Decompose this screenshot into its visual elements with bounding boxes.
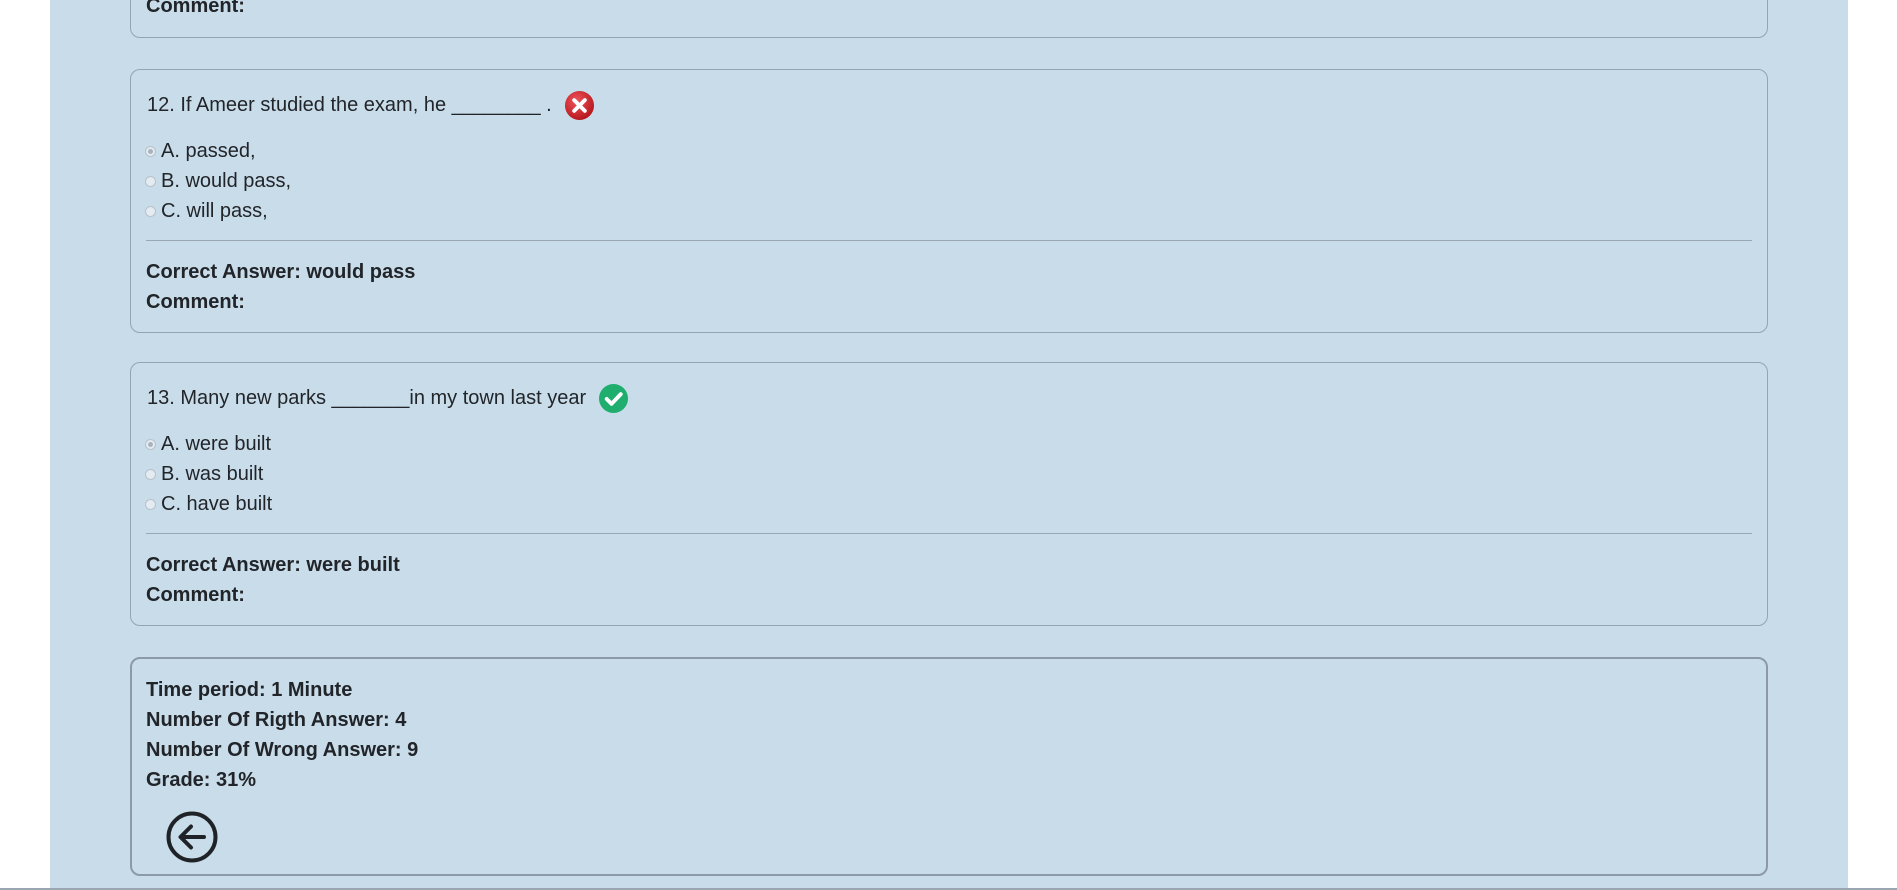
answer-block: Correct Answer: would pass Comment: — [146, 257, 415, 317]
option-label: B. was built — [161, 462, 264, 485]
question-card-12: 12. If Ameer studied the exam, he ______… — [130, 69, 1768, 333]
correct-answer: Correct Answer: were built — [146, 554, 400, 576]
summary-stats: Time period: 1 Minute Number Of Rigth An… — [146, 675, 418, 795]
option-label: B. would pass, — [161, 169, 292, 192]
radio-button[interactable] — [145, 468, 156, 480]
question-label: 12. If Ameer studied the exam, he ______… — [147, 94, 552, 116]
grade: Grade: 31% — [146, 769, 257, 791]
answer-block: Correct Answer: were built Comment: — [146, 550, 400, 610]
radio-button[interactable] — [145, 498, 156, 510]
option-b[interactable]: B. would pass, — [145, 166, 291, 196]
option-c[interactable]: C. have built — [145, 489, 272, 519]
question-card-13: 13. Many new parks _______in my town las… — [130, 362, 1768, 626]
option-label: C. will pass, — [161, 199, 268, 222]
radio-button[interactable] — [145, 205, 156, 217]
comment-label: Comment: — [146, 291, 245, 313]
comment-label: Comment: — [146, 0, 245, 17]
question-text: 12. If Ameer studied the exam, he ______… — [147, 90, 595, 121]
radio-button[interactable] — [145, 438, 156, 450]
question-label: 13. Many new parks _______in my town las… — [147, 387, 587, 409]
divider — [146, 533, 1752, 534]
results-summary-card: Time period: 1 Minute Number Of Rigth An… — [130, 657, 1768, 876]
x-circle-icon — [564, 90, 594, 121]
option-label: C. have built — [161, 492, 273, 515]
radio-button[interactable] — [145, 145, 156, 157]
options-list: A. were built B. was built C. have built — [145, 429, 272, 519]
options-list: A. passed, B. would pass, C. will pass, — [145, 136, 291, 226]
wrong-answers-count: Number Of Wrong Answer: 9 — [146, 739, 419, 761]
option-c[interactable]: C. will pass, — [145, 196, 291, 226]
question-text: 13. Many new parks _______in my town las… — [147, 383, 629, 414]
option-label: A. were built — [161, 432, 272, 455]
time-period: Time period: 1 Minute — [146, 679, 353, 701]
right-answers-count: Number Of Rigth Answer: 4 — [146, 709, 407, 731]
option-b[interactable]: B. was built — [145, 459, 272, 489]
option-a[interactable]: A. passed, — [145, 136, 291, 166]
check-circle-icon — [599, 383, 629, 414]
correct-answer: Correct Answer: would pass — [146, 261, 416, 283]
radio-button[interactable] — [145, 175, 156, 187]
previous-question-card: Comment: — [130, 0, 1768, 38]
option-a[interactable]: A. were built — [145, 429, 272, 459]
comment-label: Comment: — [146, 584, 245, 606]
divider — [146, 240, 1752, 241]
arrow-left-circle-icon[interactable] — [166, 811, 218, 863]
option-label: A. passed, — [161, 139, 256, 162]
